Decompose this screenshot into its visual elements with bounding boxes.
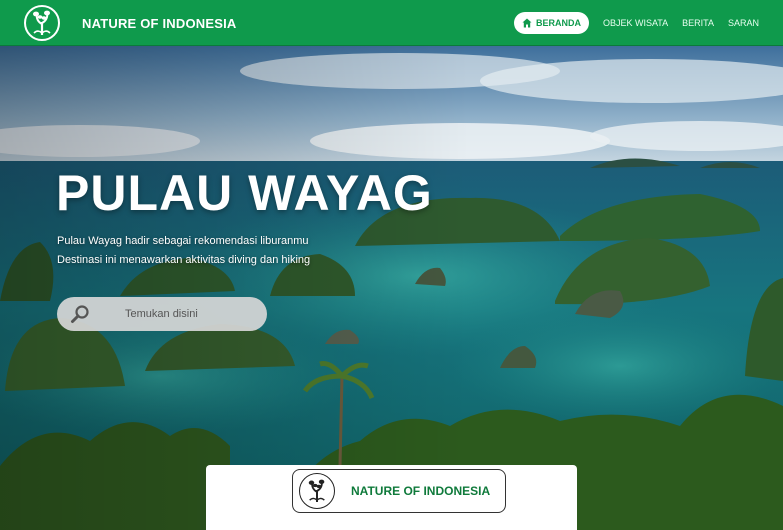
search-input[interactable] [125,308,265,320]
nav-item-saran[interactable]: SARAN [728,18,759,28]
hero-background-image [0,46,783,530]
tree-hand-icon [24,5,60,41]
hero-title: PULAU WAYAG [56,165,433,221]
nav-item-label: BERANDA [535,18,581,28]
tree-hand-icon [299,473,335,509]
footer-brand-name: NATURE OF INDONESIA [351,484,491,498]
main-nav: BERANDA OBJEK WISATA BERITA SARAN [513,12,759,34]
hero-section: PULAU WAYAG Pulau Wayag hadir sebagai re… [0,46,783,530]
nav-item-objek-wisata[interactable]: OBJEK WISATA [603,18,668,28]
footer-brand-box[interactable]: NATURE OF INDONESIA [292,469,506,513]
brand-name: NATURE OF INDONESIA [82,15,237,31]
nav-item-berita[interactable]: BERITA [682,18,714,28]
top-navbar: NATURE OF INDONESIA BERANDA OBJEK WISATA… [0,0,783,46]
nav-item-beranda[interactable]: BERANDA [513,12,589,34]
brand[interactable]: NATURE OF INDONESIA [24,5,237,41]
hero-desc-line-2: Destinasi ini menawarkan aktivitas divin… [57,254,311,266]
home-icon [522,18,532,28]
search-bar[interactable] [57,297,267,331]
hero-desc-line-1: Pulau Wayag hadir sebagai rekomendasi li… [57,235,309,247]
search-icon[interactable] [57,304,103,324]
footer-card: NATURE OF INDONESIA [206,465,577,530]
hero-description: Pulau Wayag hadir sebagai rekomendasi li… [57,232,310,270]
